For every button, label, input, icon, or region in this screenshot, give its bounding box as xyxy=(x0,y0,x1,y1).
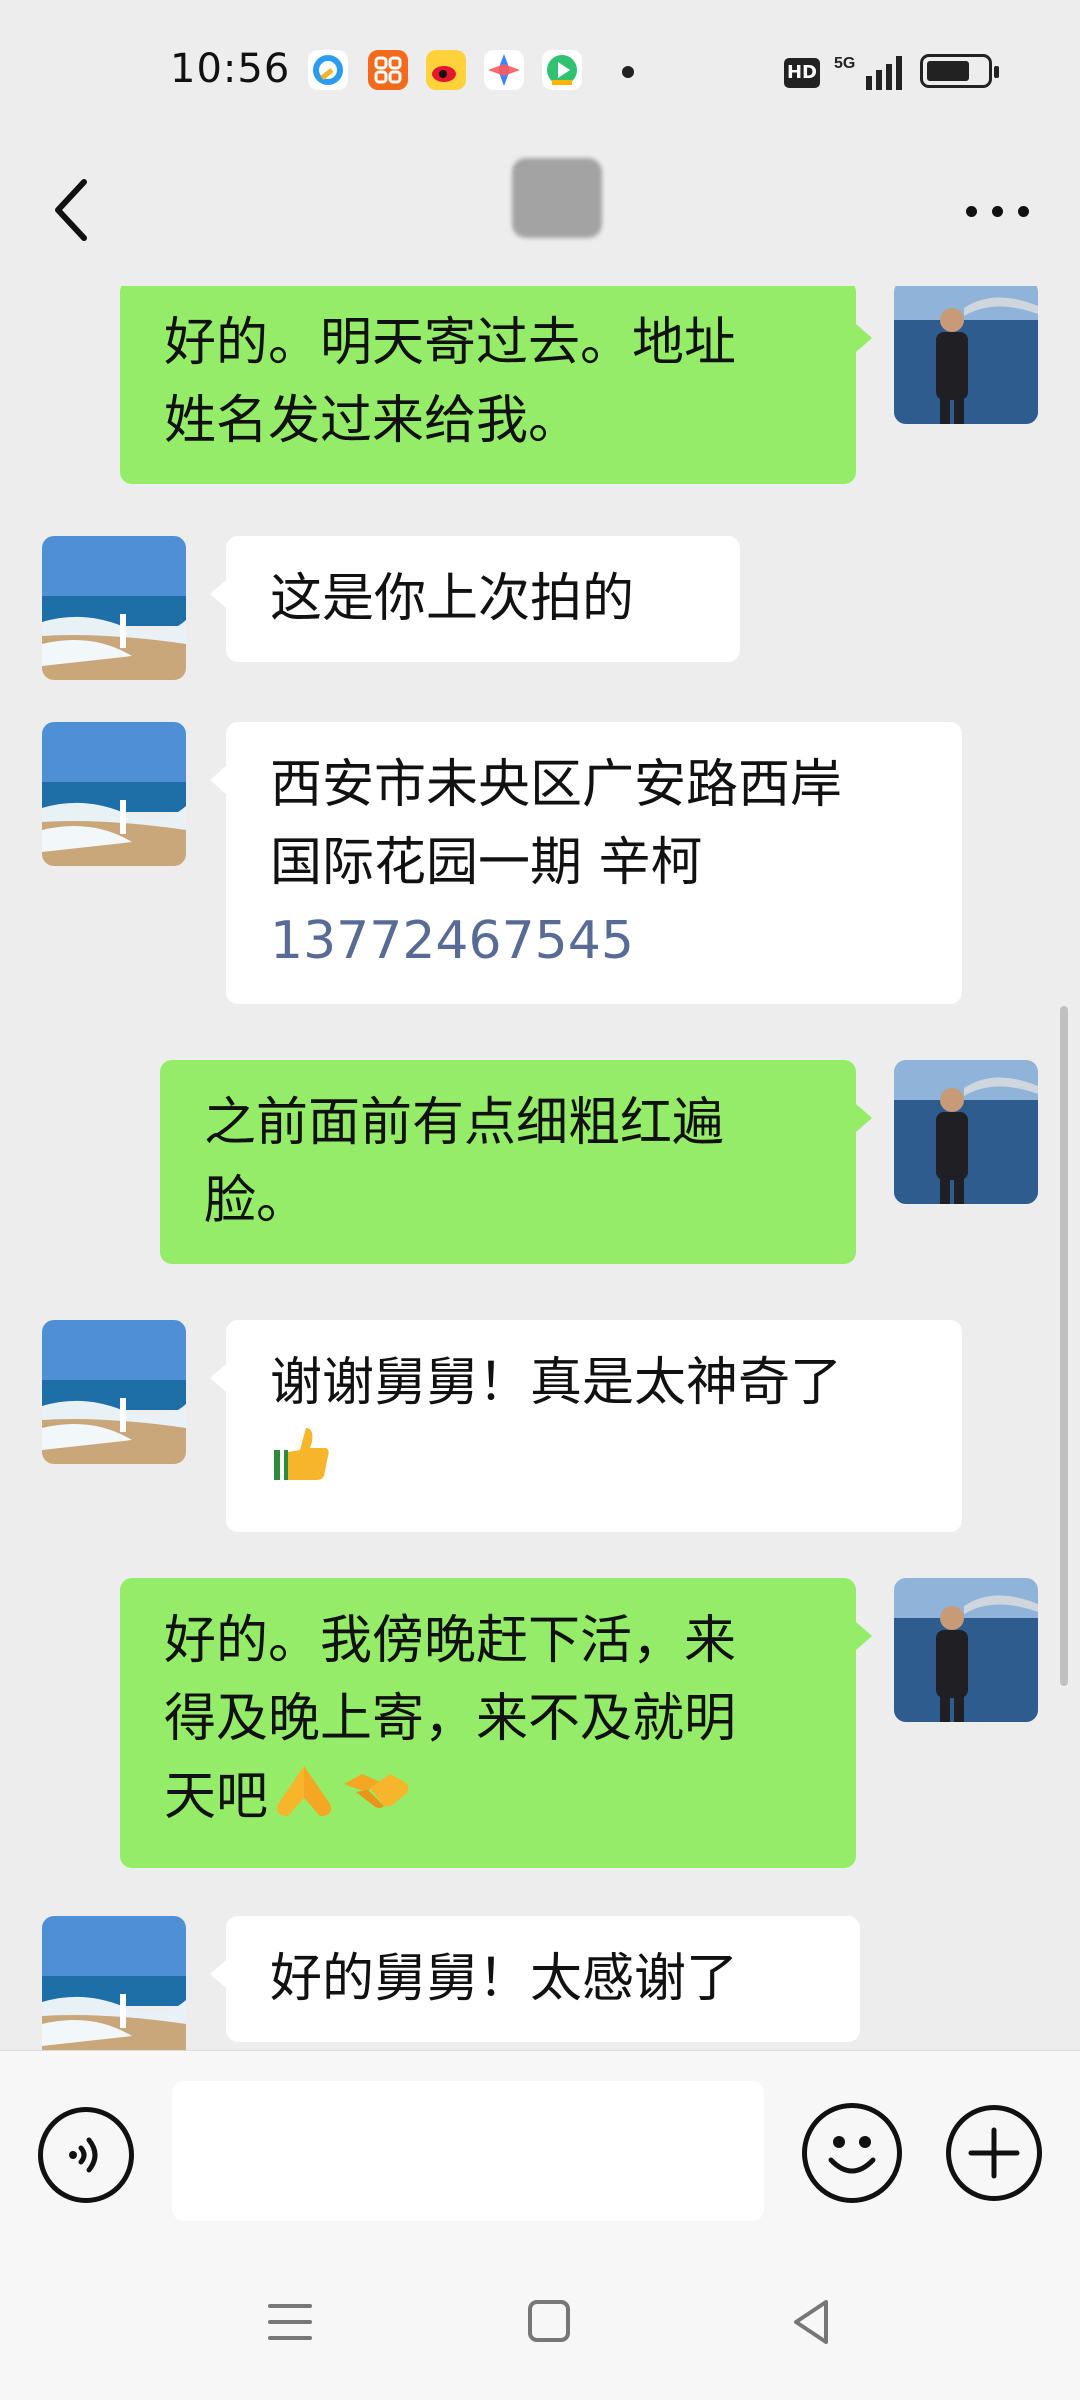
my-avatar[interactable] xyxy=(894,286,1038,424)
contact-avatar[interactable] xyxy=(42,536,186,680)
message-line: 姓名发过来给我。 xyxy=(164,391,581,451)
redacted-name-mask xyxy=(512,158,602,238)
plus-icon xyxy=(968,2127,1020,2179)
message-bubble-received[interactable]: 这是你上次拍的 xyxy=(226,536,740,662)
message-line: 这是你上次拍的 xyxy=(270,569,635,629)
message-line: 好的舅舅！太感谢了 xyxy=(270,1949,739,2009)
message-line: 好的。明天寄过去。地址 xyxy=(164,313,737,373)
message-list[interactable]: 好的。明天寄过去。地址 姓名发过来给我。 这是你上次拍的 西安市未央区广安路西岸… xyxy=(0,286,1080,2050)
nav-back-icon xyxy=(794,2300,828,2344)
bubble-tail xyxy=(856,1104,872,1132)
message-line: 好的。我傍晚赶下活，来 xyxy=(164,1611,737,1671)
video-app-icon xyxy=(542,50,582,90)
message-line: 谢谢舅舅！真是太神奇了 xyxy=(270,1353,843,1413)
phone-number-link[interactable]: 13772467545 xyxy=(270,902,918,980)
bubble-tail xyxy=(210,1364,226,1392)
network-label: 5G xyxy=(834,55,855,72)
chat-header: 辛 xyxy=(0,140,1080,290)
system-navigation-bar xyxy=(0,2250,1080,2400)
message-bubble-received[interactable]: 谢谢舅舅！真是太神奇了 xyxy=(226,1320,962,1532)
handshake-icon xyxy=(340,1758,412,1844)
system-back-button[interactable] xyxy=(786,2294,836,2350)
emoji-icon xyxy=(828,2136,876,2174)
message-line: 脸。 xyxy=(204,1171,309,1231)
thumbs-up-icon xyxy=(270,1422,334,1508)
signal-5g-icon: 5G xyxy=(832,52,904,92)
navigation-app-icon xyxy=(484,50,524,90)
message-line: 之前面前有点细粗红遍 xyxy=(204,1093,725,1153)
bubble-tail xyxy=(210,766,226,794)
message-input[interactable] xyxy=(172,2081,764,2221)
bubble-tail xyxy=(210,580,226,608)
more-actions-button[interactable] xyxy=(946,2105,1042,2201)
message-bubble-sent[interactable]: 之前面前有点细粗红遍 脸。 xyxy=(160,1060,856,1264)
message-bubble-received[interactable]: 好的舅舅！太感谢了 xyxy=(226,1916,860,2042)
my-avatar[interactable] xyxy=(894,1578,1038,1722)
contact-avatar[interactable] xyxy=(42,722,186,866)
voice-input-button[interactable] xyxy=(38,2107,134,2203)
bubble-tail xyxy=(856,324,872,352)
battery-icon xyxy=(920,54,999,88)
weibo-app-icon xyxy=(426,50,466,90)
home-button[interactable] xyxy=(528,2300,570,2342)
app-grid-icon xyxy=(368,50,408,90)
contact-avatar[interactable] xyxy=(42,1916,186,2050)
voice-input-icon xyxy=(69,2137,98,2173)
recent-apps-button[interactable] xyxy=(268,2302,316,2342)
message-line: 得及晚上寄，来不及就明 xyxy=(164,1689,737,1749)
qq-browser-app-icon xyxy=(308,50,348,90)
bubble-tail xyxy=(210,1960,226,1988)
message-bubble-sent[interactable]: 好的。我傍晚赶下活，来 得及晚上寄，来不及就明 天吧 xyxy=(120,1578,856,1868)
scrollbar[interactable] xyxy=(1060,1006,1068,1686)
message-line: 西安市未央区广安路西岸 xyxy=(270,755,843,815)
message-line: 国际花园一期 辛柯 xyxy=(270,833,703,893)
my-avatar[interactable] xyxy=(894,1060,1038,1204)
message-bubble-received[interactable]: 西安市未央区广安路西岸 国际花园一期 辛柯 13772467545 xyxy=(226,722,962,1004)
praying-hands-icon xyxy=(268,1758,340,1844)
contact-avatar[interactable] xyxy=(42,1320,186,1464)
bubble-tail xyxy=(856,1622,872,1650)
message-bubble-sent[interactable]: 好的。明天寄过去。地址 姓名发过来给我。 xyxy=(120,286,856,484)
emoji-button[interactable] xyxy=(802,2103,902,2203)
hd-badge: HD xyxy=(784,58,820,88)
status-time: 10:56 xyxy=(170,46,291,92)
more-button[interactable] xyxy=(962,180,1034,240)
status-bar: 10:56 HD 5G xyxy=(0,0,1080,140)
notification-dot xyxy=(622,66,634,78)
message-line: 天吧 xyxy=(164,1767,269,1827)
input-bar xyxy=(0,2050,1080,2250)
